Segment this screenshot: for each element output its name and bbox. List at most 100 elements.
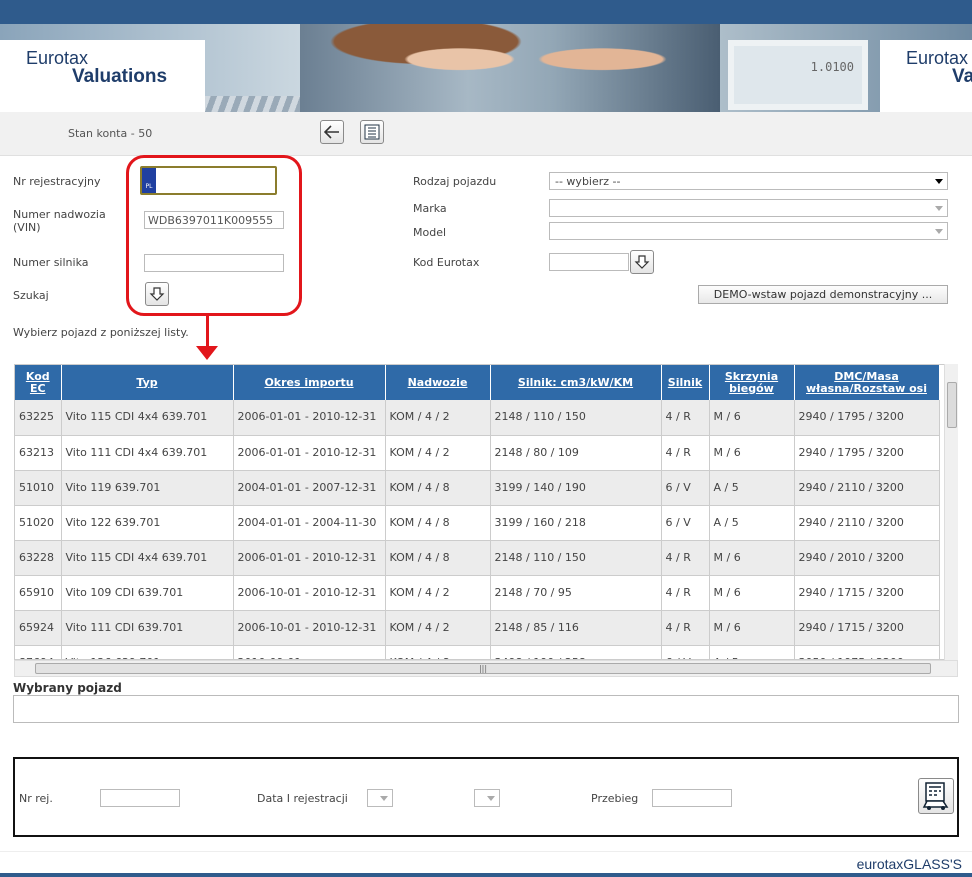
table-cell: 2148 / 80 / 109 xyxy=(490,435,662,471)
chevron-down-icon xyxy=(487,796,495,801)
banner-photo xyxy=(300,24,720,112)
table-body: 63225 Vito 115 CDI 4x4 639.701 2006-01-01 … xyxy=(15,400,940,659)
nr-rej-label: Nr rej. xyxy=(19,792,53,805)
back-button[interactable] xyxy=(320,120,344,144)
mileage-field[interactable] xyxy=(652,789,732,807)
table-cell: KOM / 4 / 2 xyxy=(385,610,491,646)
vertical-scrollbar[interactable] xyxy=(944,364,958,660)
header-banner: Eurotax Valuations 1.0100 Eurotax Valuat… xyxy=(0,24,972,112)
column-header[interactable]: Kod EC xyxy=(15,365,62,400)
table-row[interactable]: 51010 Vito 119 639.701 2004-01-01 - 2007-1… xyxy=(15,470,940,506)
table-cell: 4 / R xyxy=(661,575,710,611)
column-header[interactable]: Typ xyxy=(61,365,234,400)
first-registration-month-select[interactable] xyxy=(367,789,393,807)
column-header[interactable]: Nadwozie xyxy=(385,365,491,400)
calculate-valuation-button[interactable] xyxy=(918,778,954,814)
column-header[interactable]: Silnik: cm3/kW/KM xyxy=(490,365,662,400)
chevron-down-icon xyxy=(935,206,943,211)
column-header[interactable]: Silnik xyxy=(661,365,710,400)
chevron-down-icon xyxy=(935,229,943,234)
back-arrow-icon xyxy=(324,125,339,139)
table-cell: 2148 / 110 / 150 xyxy=(490,400,662,436)
table-cell: 3050 / 1975 / 3200 xyxy=(794,645,940,659)
table-cell: 2006-01-01 - 2010-12-31 xyxy=(233,435,386,471)
table-cell: 6 / V xyxy=(661,470,710,506)
table-cell: Vito 122 639.701 xyxy=(61,505,234,541)
footer: eurotaxGLASS'S xyxy=(0,851,972,877)
model-label: Model xyxy=(413,226,447,239)
mileage-label: Przebieg xyxy=(591,792,639,805)
table-row[interactable]: 51020 Vito 122 639.701 2004-01-01 - 2004-1… xyxy=(15,505,940,541)
scroll-thumb[interactable]: ||| xyxy=(35,663,931,674)
table-row[interactable]: 63228 Vito 115 CDI 4x4 639.701 2006-01-01 … xyxy=(15,540,940,576)
table-cell: KOM / 4 / 8 xyxy=(385,540,491,576)
table-cell: Vito 119 639.701 xyxy=(61,470,234,506)
table-cell: 63213 xyxy=(15,435,62,471)
table-header-row: Kod EC Typ Okres importu Nadwozie Silnik: cm… xyxy=(15,365,940,400)
table-row[interactable]: 63225 Vito 115 CDI 4x4 639.701 2006-01-01 … xyxy=(15,400,940,436)
table-cell: KOM / 4 / 2 xyxy=(385,575,491,611)
monitor-text: 1.0100 xyxy=(810,60,854,74)
table-row[interactable]: 87694Vito 126 639.7012010-09-01 -KOM / 4… xyxy=(15,645,940,659)
vehicle-table: Kod EC Typ Okres importu Nadwozie Silnik: cm… xyxy=(14,364,958,660)
table-cell: 65924 xyxy=(15,610,62,646)
table-cell: 2010-09-01 - xyxy=(233,645,386,659)
top-bar xyxy=(0,0,972,24)
table-row[interactable]: 63213 Vito 111 CDI 4x4 639.701 2006-01-01 … xyxy=(15,435,940,471)
table-cell: 2940 / 1795 / 3200 xyxy=(794,435,940,471)
table-cell: 2148 / 70 / 95 xyxy=(490,575,662,611)
table-cell: 2006-01-01 - 2010-12-31 xyxy=(233,540,386,576)
column-header[interactable]: Okres importu xyxy=(233,365,386,400)
table-cell: 4 / R xyxy=(661,435,710,471)
demo-vehicle-button[interactable]: DEMO-wstaw pojazd demonstracyjny ... xyxy=(698,285,948,304)
table-cell: 3498 / 190 / 258 xyxy=(490,645,662,659)
registration-panel: Nr rej. Data I rejestracji Przebieg xyxy=(13,757,959,837)
table-cell: Vito 111 CDI 4x4 639.701 xyxy=(61,435,234,471)
table-cell: M / 6 xyxy=(709,435,795,471)
table-cell: 51010 xyxy=(15,470,62,506)
table-cell: A / 5 xyxy=(709,470,795,506)
make-select[interactable] xyxy=(549,199,948,217)
vehicle-type-select[interactable]: -- wybierz -- xyxy=(549,172,948,190)
annotation-arrowhead xyxy=(196,346,218,360)
choose-vehicle-hint: Wybierz pojazd z poniższej listy. xyxy=(13,326,189,339)
table-row[interactable]: 65910 Vito 109 CDI 639.701 2006-10-01 - 20… xyxy=(15,575,940,611)
vehicle-type-label: Rodzaj pojazdu xyxy=(413,175,497,188)
banner-monitor-image: 1.0100 xyxy=(728,40,868,110)
horizontal-scrollbar[interactable]: ||| xyxy=(14,660,958,677)
first-registration-label: Data I rejestracji xyxy=(257,792,348,805)
scroll-thumb[interactable] xyxy=(947,382,957,428)
nr-rej-field[interactable] xyxy=(100,789,180,807)
column-header[interactable]: DMC/Masa własna/Rozstaw osi xyxy=(794,365,940,400)
highlight-annotation xyxy=(126,155,302,316)
eurotax-code-field[interactable] xyxy=(549,253,629,271)
document-list-icon xyxy=(364,124,380,140)
table-cell: M / 6 xyxy=(709,610,795,646)
table-cell: A / 5 xyxy=(709,645,795,659)
account-bar: Stan konta - 50 xyxy=(0,112,972,156)
calculator-car-icon xyxy=(922,782,949,810)
table-cell: Vito 115 CDI 4x4 639.701 xyxy=(61,540,234,576)
table-cell: KOM / 4 / 8 xyxy=(385,470,491,506)
table-row[interactable]: 65924 Vito 111 CDI 639.701 2006-10-01 - 20… xyxy=(15,610,940,646)
selected-vehicle-box xyxy=(13,695,959,723)
selected-vehicle-title: Wybrany pojazd xyxy=(13,681,122,695)
table-cell: Vito 111 CDI 639.701 xyxy=(61,610,234,646)
table-cell: 2940 / 1715 / 3200 xyxy=(794,575,940,611)
table-cell: 63225 xyxy=(15,400,62,436)
column-header[interactable]: Skrzynia biegów xyxy=(709,365,795,400)
table-cell: 2006-01-01 - 2010-12-31 xyxy=(233,400,386,436)
table-cell: 65910 xyxy=(15,575,62,611)
model-select[interactable] xyxy=(549,222,948,240)
table-cell: M / 6 xyxy=(709,540,795,576)
logo-right-line2: Valuations xyxy=(952,66,972,87)
table-cell: 2148 / 110 / 150 xyxy=(490,540,662,576)
list-view-button[interactable] xyxy=(360,120,384,144)
down-arrow-icon xyxy=(634,255,650,269)
table-cell: 63228 xyxy=(15,540,62,576)
table-cell: 3199 / 160 / 218 xyxy=(490,505,662,541)
table-cell: Vito 126 639.701 xyxy=(61,645,234,659)
first-registration-year-select[interactable] xyxy=(474,789,500,807)
eurotax-code-search-button[interactable] xyxy=(630,250,654,274)
table-cell: 4 / R xyxy=(661,610,710,646)
